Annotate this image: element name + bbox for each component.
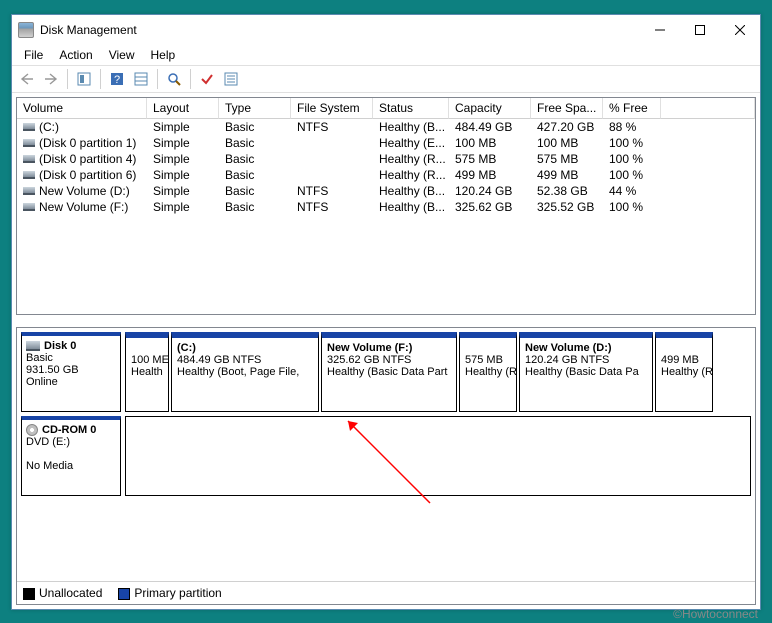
volume-row[interactable]: (Disk 0 partition 4)SimpleBasicHealthy (… — [17, 151, 755, 167]
forward-button — [40, 68, 62, 90]
col-freespace[interactable]: Free Spa... — [531, 98, 603, 119]
volume-icon — [23, 171, 35, 179]
svg-text:?: ? — [114, 74, 120, 86]
disk-info[interactable]: Disk 0Basic931.50 GBOnline — [21, 332, 121, 412]
col-filesystem[interactable]: File System — [291, 98, 373, 119]
col-status[interactable]: Status — [373, 98, 449, 119]
volume-icon — [23, 155, 35, 163]
legend-primary: Primary partition — [118, 586, 221, 600]
toolbar: ? — [12, 65, 760, 93]
menu-help[interactable]: Help — [143, 46, 184, 64]
refresh-button[interactable] — [163, 68, 185, 90]
partition[interactable]: New Volume (D:)120.24 GB NTFSHealthy (Ba… — [519, 332, 653, 412]
volume-icon — [23, 139, 35, 147]
col-type[interactable]: Type — [219, 98, 291, 119]
partition[interactable]: 575 MBHealthy (R — [459, 332, 517, 412]
menu-action[interactable]: Action — [51, 46, 100, 64]
app-icon — [18, 22, 34, 38]
disk-management-window: Disk Management File Action View Help ? — [11, 14, 761, 610]
cd-icon — [26, 424, 38, 436]
list-button[interactable] — [220, 68, 242, 90]
window-title: Disk Management — [40, 23, 640, 37]
disk-row[interactable]: CD-ROM 0DVD (E:)No Media — [21, 416, 751, 496]
volume-row[interactable]: (Disk 0 partition 6)SimpleBasicHealthy (… — [17, 167, 755, 183]
menu-view[interactable]: View — [101, 46, 143, 64]
partitions — [125, 416, 751, 496]
volume-row[interactable]: (C:)SimpleBasicNTFSHealthy (B...484.49 G… — [17, 119, 755, 135]
col-extra[interactable] — [661, 98, 755, 119]
col-volume[interactable]: Volume — [17, 98, 147, 119]
settings-button[interactable] — [130, 68, 152, 90]
watermark: ©Howtoconnect — [673, 607, 758, 621]
partition[interactable]: New Volume (F:)325.62 GB NTFSHealthy (Ba… — [321, 332, 457, 412]
menu-file[interactable]: File — [16, 46, 51, 64]
legend-unallocated: Unallocated — [23, 586, 102, 600]
client-area: Volume Layout Type File System Status Ca… — [12, 93, 760, 609]
col-layout[interactable]: Layout — [147, 98, 219, 119]
disk-info[interactable]: CD-ROM 0DVD (E:)No Media — [21, 416, 121, 496]
titlebar[interactable]: Disk Management — [12, 15, 760, 45]
help-button[interactable]: ? — [106, 68, 128, 90]
minimize-button[interactable] — [640, 15, 680, 45]
splitter[interactable] — [16, 315, 756, 327]
disk-graphic-pane: Disk 0Basic931.50 GBOnline 100 MEHealth(… — [16, 327, 756, 605]
volume-icon — [23, 203, 35, 211]
disk-icon — [26, 341, 40, 351]
partition[interactable]: 100 MEHealth — [125, 332, 169, 412]
check-button[interactable] — [196, 68, 218, 90]
partition-empty[interactable] — [125, 416, 751, 496]
volume-icon — [23, 123, 35, 131]
partition[interactable]: (C:)484.49 GB NTFSHealthy (Boot, Page Fi… — [171, 332, 319, 412]
col-capacity[interactable]: Capacity — [449, 98, 531, 119]
back-button — [16, 68, 38, 90]
maximize-button[interactable] — [680, 15, 720, 45]
partitions: 100 MEHealth(C:)484.49 GB NTFSHealthy (B… — [125, 332, 751, 412]
show-hide-button[interactable] — [73, 68, 95, 90]
col-pctfree[interactable]: % Free — [603, 98, 661, 119]
legend: Unallocated Primary partition — [17, 581, 755, 604]
volume-list[interactable]: Volume Layout Type File System Status Ca… — [16, 97, 756, 315]
menubar: File Action View Help — [12, 45, 760, 65]
volume-list-header: Volume Layout Type File System Status Ca… — [17, 98, 755, 119]
volume-row[interactable]: New Volume (F:)SimpleBasicNTFSHealthy (B… — [17, 199, 755, 215]
volume-icon — [23, 187, 35, 195]
partition[interactable]: 499 MBHealthy (R — [655, 332, 713, 412]
volume-row[interactable]: (Disk 0 partition 1)SimpleBasicHealthy (… — [17, 135, 755, 151]
volume-row[interactable]: New Volume (D:)SimpleBasicNTFSHealthy (B… — [17, 183, 755, 199]
disk-row[interactable]: Disk 0Basic931.50 GBOnline 100 MEHealth(… — [21, 332, 751, 412]
close-button[interactable] — [720, 15, 760, 45]
